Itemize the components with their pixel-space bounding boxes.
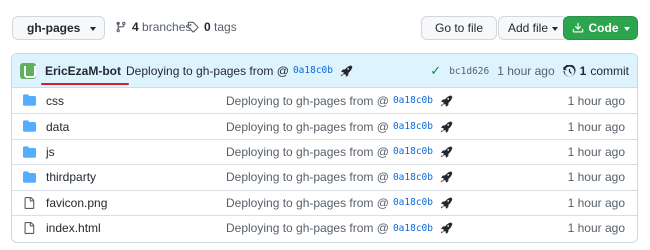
file-row[interactable]: index.html Deploying to gh-pages from @ 0a… [12, 214, 637, 240]
branches-count: 4 [132, 20, 139, 34]
file-name-link[interactable]: js [46, 145, 55, 159]
history-icon [563, 64, 576, 76]
branches-label: branches [142, 20, 192, 34]
branch-select-button[interactable]: gh-pages [12, 16, 105, 40]
commits-history-link[interactable]: 1 commit [563, 64, 629, 78]
file-commit-text: Deploying to gh-pages from @ [226, 93, 389, 108]
file-commit-text: Deploying to gh-pages from @ [226, 195, 389, 210]
file-browser: EricEzaM-bot Deploying to gh-pages from … [11, 53, 638, 243]
commit-author: EricEzaM-bot [45, 63, 122, 78]
file-name-link[interactable]: thirdparty [46, 170, 96, 184]
latest-commit-sha-link[interactable]: bc1d626 [449, 66, 489, 77]
chevron-down-icon [90, 26, 97, 31]
file-commit-message[interactable]: Deploying to gh-pages from @ 0a18c0b [226, 94, 453, 108]
code-button[interactable]: Code [563, 16, 638, 40]
commit-time: 1 hour ago [497, 64, 555, 78]
file-list: css Deploying to gh-pages from @ 0a18c0b 1 … [12, 88, 637, 240]
folder-icon [23, 120, 36, 133]
chevron-down-icon [623, 26, 630, 31]
file-name-link[interactable]: css [46, 94, 64, 108]
tags-link[interactable]: 0 tags [187, 20, 237, 34]
file-commit-message[interactable]: Deploying to gh-pages from @ 0a18c0b [226, 145, 453, 159]
file-commit-time: 1 hour ago [567, 144, 625, 159]
file-icon [24, 221, 35, 234]
file-commit-time: 1 hour ago [567, 195, 625, 210]
avatar[interactable] [20, 62, 36, 79]
file-commit-sha-link[interactable]: 0a18c0b [393, 223, 433, 234]
file-commit-text: Deploying to gh-pages from @ [226, 119, 389, 134]
file-commit-message[interactable]: Deploying to gh-pages from @ 0a18c0b [226, 196, 453, 210]
file-commit-sha-link[interactable]: 0a18c0b [393, 197, 433, 208]
tag-icon [187, 21, 199, 33]
check-icon[interactable]: ✓ [430, 63, 441, 79]
commits-count: 1 [579, 64, 587, 78]
file-commit-time: 1 hour ago [567, 221, 625, 236]
latest-commit-header: EricEzaM-bot Deploying to gh-pages from … [12, 54, 637, 88]
file-commit-text: Deploying to gh-pages from @ [226, 144, 389, 159]
file-commit-time: 1 hour ago [567, 170, 625, 185]
branches-link[interactable]: 4 branches [115, 20, 191, 34]
download-icon [572, 22, 583, 33]
repo-toolbar: gh-pages 4 branches 0 tags Go to file Ad… [12, 16, 638, 40]
folder-icon [23, 94, 36, 106]
file-commit-time: 1 hour ago [567, 119, 625, 134]
code-label: Code [588, 21, 619, 35]
file-row[interactable]: thirdparty Deploying to gh-pages from @ 0a… [12, 164, 637, 189]
branch-name: gh-pages [27, 21, 81, 35]
rocket-icon [440, 146, 453, 158]
red-underline-annotation [41, 82, 130, 85]
rocket-icon [340, 65, 353, 77]
commit-author-link[interactable]: EricEzaM-bot [41, 63, 130, 85]
rocket-icon [440, 171, 453, 184]
file-row[interactable]: js Deploying to gh-pages from @ 0a18c0b 1 h… [12, 138, 637, 164]
file-name-link[interactable]: favicon.png [46, 196, 107, 210]
tags-count: 0 [204, 20, 211, 34]
folder-icon [23, 146, 36, 158]
git-branch-icon [116, 21, 126, 33]
file-commit-message[interactable]: Deploying to gh-pages from @ 0a18c0b [226, 170, 453, 184]
file-row[interactable]: favicon.png Deploying to gh-pages from @ 0… [12, 189, 637, 215]
chevron-down-icon [552, 26, 559, 31]
rocket-icon [440, 222, 453, 234]
file-name-link[interactable]: index.html [46, 221, 101, 235]
tags-label: tags [214, 20, 237, 34]
file-commit-message[interactable]: Deploying to gh-pages from @ 0a18c0b [226, 120, 453, 134]
file-commit-sha-link[interactable]: 0a18c0b [393, 95, 433, 106]
file-row[interactable]: css Deploying to gh-pages from @ 0a18c0b 1 … [12, 88, 637, 113]
rocket-icon [440, 197, 453, 209]
commit-meta: ✓ bc1d626 1 hour ago 1 commit [430, 54, 629, 88]
file-name-link[interactable]: data [46, 120, 69, 134]
go-to-file-button[interactable]: Go to file [421, 16, 497, 40]
commit-message[interactable]: Deploying to gh-pages from @ [126, 64, 289, 78]
folder-icon [23, 171, 36, 183]
file-commit-sha-link[interactable]: 0a18c0b [393, 121, 433, 132]
commit-sha-link[interactable]: 0a18c0b [293, 65, 333, 76]
file-commit-text: Deploying to gh-pages from @ [226, 221, 389, 236]
add-file-button[interactable]: Add file [498, 16, 568, 40]
file-commit-sha-link[interactable]: 0a18c0b [393, 172, 433, 183]
file-commit-text: Deploying to gh-pages from @ [226, 170, 389, 185]
file-row[interactable]: data Deploying to gh-pages from @ 0a18c0b 1… [12, 113, 637, 138]
file-commit-time: 1 hour ago [567, 93, 625, 108]
file-icon [24, 196, 35, 209]
add-file-label: Add file [507, 21, 549, 35]
commits-label: commit [590, 64, 629, 78]
rocket-icon [440, 95, 453, 107]
rocket-icon [440, 121, 453, 133]
file-commit-sha-link[interactable]: 0a18c0b [393, 146, 433, 157]
file-commit-message[interactable]: Deploying to gh-pages from @ 0a18c0b [226, 221, 453, 235]
